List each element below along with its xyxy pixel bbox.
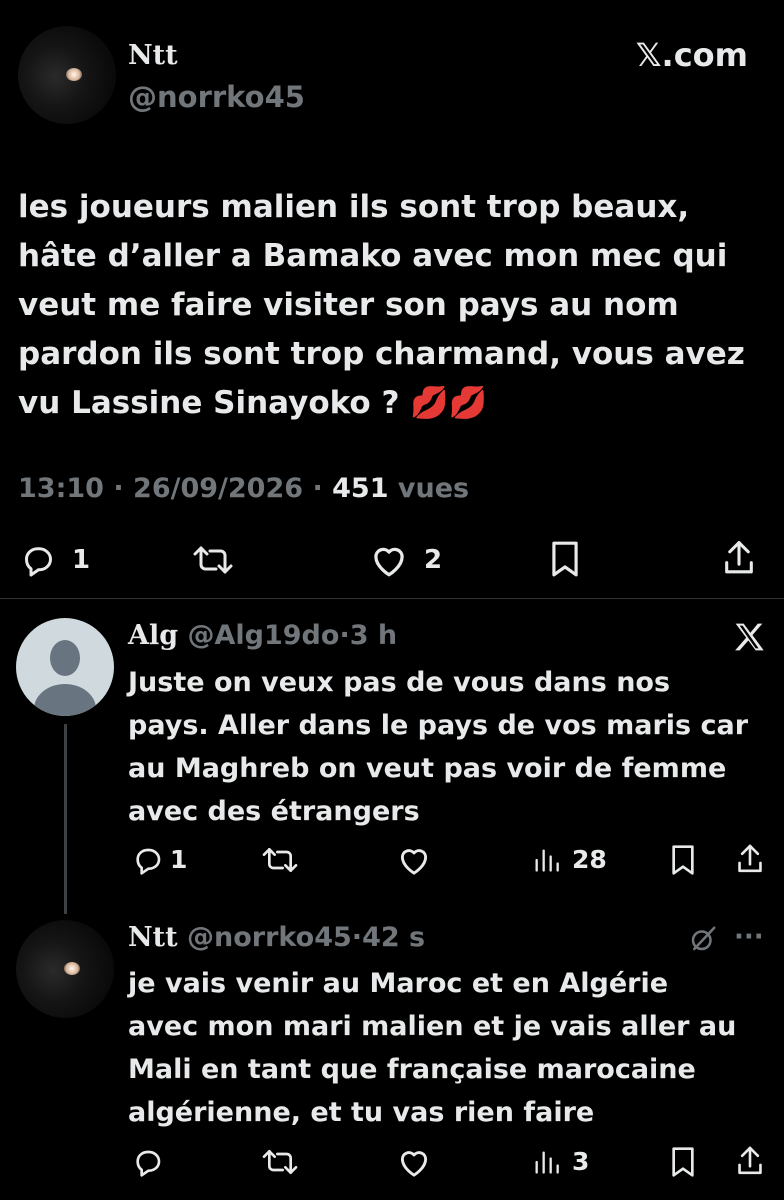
share-icon[interactable]	[734, 1144, 766, 1178]
tweet-text-line: vu Lassine Sinayoko ? 💋💋	[18, 385, 488, 421]
meta-separator: ·	[351, 922, 363, 953]
x-logo-icon	[733, 622, 765, 652]
views-count: 451	[332, 473, 389, 504]
views-label: vues	[397, 473, 470, 504]
author-avatar[interactable]	[16, 920, 114, 1018]
meta-separator: ·	[312, 473, 323, 504]
meta-separator: ·	[339, 620, 350, 651]
reply-count: 1	[72, 545, 91, 575]
like-icon[interactable]	[396, 1146, 432, 1178]
author-avatar[interactable]	[18, 26, 116, 124]
tweet-time[interactable]: 13:10	[18, 473, 104, 504]
tweet-meta: 13:10 · 26/09/2026 · 451 vues	[18, 473, 469, 504]
reply-icon[interactable]	[18, 542, 56, 578]
author-name[interactable]: Ntt	[128, 40, 178, 71]
default-avatar[interactable]	[16, 618, 114, 716]
reply-count: 1	[170, 845, 188, 874]
bookmark-icon[interactable]	[668, 844, 698, 876]
reply-text-line: algérienne, et tu vas rien faire	[128, 1097, 595, 1128]
reply-text-line: avec mon mari malien et je vais aller au	[128, 1011, 737, 1042]
share-icon[interactable]	[734, 842, 766, 876]
reply-header: Ntt @norrko45·42 s	[128, 922, 425, 953]
views-icon[interactable]	[532, 1148, 560, 1176]
reply-icon[interactable]	[130, 1146, 164, 1178]
bookmark-icon[interactable]	[668, 1146, 698, 1178]
reply-text-line: au Maghreb on veut pas voir de femme	[128, 753, 727, 784]
tweet-text-line: hâte d’aller a Bamako avec mon mec qui	[18, 238, 728, 274]
reply-text-line: je vais venir au Maroc et en Algérie	[128, 968, 669, 999]
tweet-text-line: pardon ils sont trop charmand, vous avez	[18, 336, 745, 372]
retweet-icon[interactable]	[260, 1146, 300, 1178]
reply-text: je vais venir au Maroc et en Algérie ave…	[128, 962, 778, 1134]
reply-header: Alg @Alg19do·3 h	[128, 620, 397, 651]
reply-author-name[interactable]: Alg	[128, 620, 178, 651]
reply-time[interactable]: 3 h	[350, 620, 397, 651]
like-count: 2	[424, 545, 443, 575]
like-icon[interactable]	[368, 542, 410, 578]
tweet-text-line: veut me faire visiter son pays au nom	[18, 287, 679, 323]
reply-text-line: avec des étrangers	[128, 796, 420, 827]
tweet-date[interactable]: 26/09/2026	[133, 473, 303, 504]
reply-text: Juste on veux pas de vous dans nos pays.…	[128, 661, 778, 833]
author-handle[interactable]: @norrko45	[128, 80, 305, 114]
retweet-icon[interactable]	[260, 844, 300, 876]
views-icon[interactable]	[532, 846, 560, 874]
reply-author-handle[interactable]: @Alg19do	[188, 620, 340, 651]
grok-icon[interactable]	[688, 924, 718, 954]
bookmark-icon[interactable]	[548, 540, 582, 578]
tweet-text-line: les joueurs malien ils sont trop beaux,	[18, 189, 690, 225]
retweet-icon[interactable]	[190, 542, 236, 578]
meta-separator: ·	[113, 473, 124, 504]
thread-line	[64, 724, 67, 914]
views-count: 3	[572, 1147, 590, 1176]
reply-author-handle[interactable]: @norrko45	[187, 922, 352, 953]
like-icon[interactable]	[396, 844, 432, 876]
brand-logo: 𝕏.com	[635, 36, 748, 74]
reply-time[interactable]: 42 s	[362, 922, 425, 953]
reply-text-line: Juste on veux pas de vous dans nos	[128, 667, 671, 698]
views-count: 28	[572, 845, 607, 874]
reply-text-line: Mali en tant que française marocaine	[128, 1054, 696, 1085]
share-icon[interactable]	[720, 538, 758, 578]
more-options-icon[interactable]: ···	[734, 922, 764, 952]
divider	[0, 598, 784, 599]
reply-text-line: pays. Aller dans le pays de vos maris ca…	[128, 710, 749, 741]
tweet-text: les joueurs malien ils sont trop beaux, …	[18, 183, 778, 428]
reply-icon[interactable]	[130, 844, 164, 876]
reply-author-name[interactable]: Ntt	[128, 922, 178, 953]
